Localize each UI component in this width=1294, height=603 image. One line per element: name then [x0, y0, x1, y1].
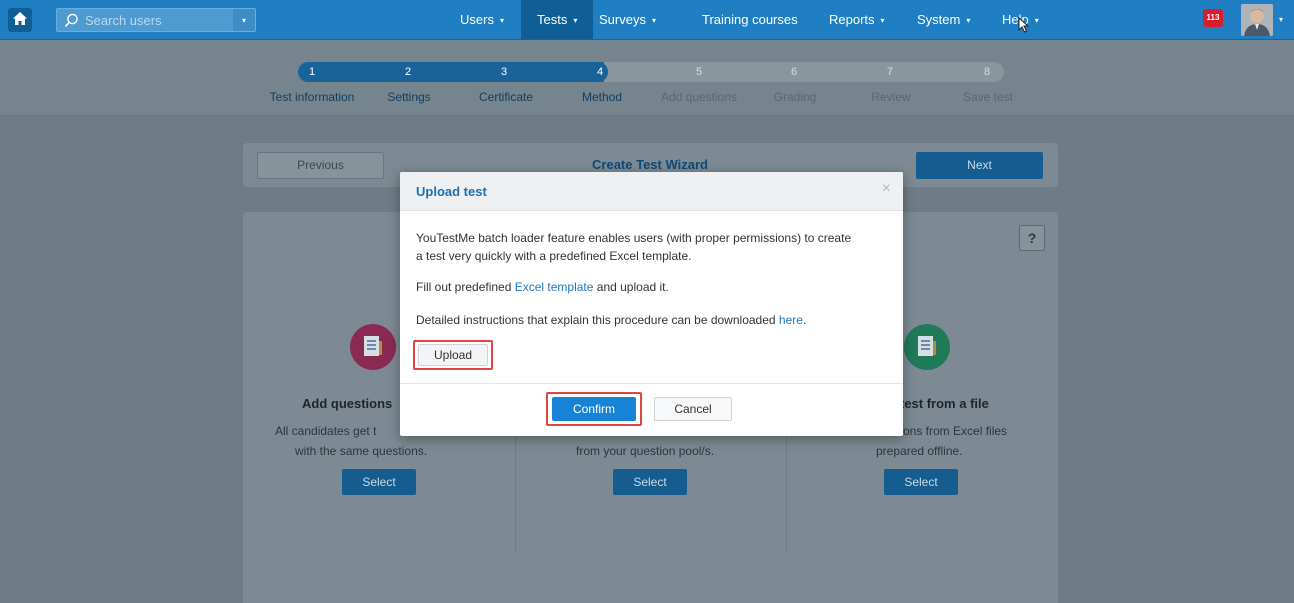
step-3-number[interactable]: 3: [494, 62, 514, 82]
step-8-number: 8: [983, 66, 991, 78]
previous-button[interactable]: Previous: [257, 152, 384, 179]
modal-template-text: Fill out predefined Excel template and u…: [416, 277, 669, 297]
template-text-after: and upload it.: [593, 280, 669, 294]
caret-down-icon: ▾: [241, 15, 246, 25]
close-icon[interactable]: ×: [882, 180, 891, 198]
nav-reports[interactable]: Reports ▾: [829, 0, 885, 39]
cancel-button[interactable]: Cancel: [654, 397, 732, 421]
nav-surveys-label: Surveys: [599, 12, 646, 27]
caret-down-icon: ▾: [880, 16, 885, 25]
step-7-number: 7: [886, 66, 894, 78]
mouse-pointer-icon: [1017, 16, 1031, 36]
step-2-label[interactable]: Settings: [387, 90, 430, 104]
step-1-label[interactable]: Test information: [270, 90, 355, 104]
step-6-number: 6: [790, 66, 798, 78]
nav-surveys[interactable]: Surveys ▾: [599, 0, 656, 39]
modal-instructions-text: Detailed instructions that explain this …: [416, 310, 806, 330]
search-dropdown-button[interactable]: ▾: [233, 9, 255, 31]
caret-down-icon: ▾: [651, 16, 656, 25]
option-add-questions-desc-2: with the same questions.: [295, 444, 428, 458]
modal-description-line-2: a test very quickly with a predefined Ex…: [416, 249, 692, 263]
nav-reports-label: Reports: [829, 12, 875, 27]
option-import-file-desc-2: prepared offline.: [876, 444, 963, 458]
step-4-label[interactable]: Method: [582, 90, 622, 104]
caret-down-icon: ▾: [1034, 16, 1039, 25]
select-add-questions-button[interactable]: Select: [342, 469, 416, 495]
step-7-label: Review: [871, 90, 911, 104]
confirm-button[interactable]: Confirm: [552, 397, 636, 421]
document-icon: [918, 336, 936, 356]
nav-system[interactable]: System ▾: [917, 0, 970, 39]
nav-tests[interactable]: Tests ▾: [521, 0, 594, 39]
nav-training-courses-label: Training courses: [702, 12, 798, 27]
step-4-number[interactable]: 4: [590, 62, 610, 82]
modal-header: Upload test ×: [400, 172, 903, 211]
next-button[interactable]: Next: [916, 152, 1043, 179]
avatar[interactable]: [1241, 4, 1273, 36]
option-add-questions-desc-1: All candidates get t: [275, 424, 377, 438]
wizard-title: Create Test Wizard: [592, 157, 708, 172]
nav-users-label: Users: [460, 12, 494, 27]
option-import-file-desc-1: ons from Excel files: [903, 424, 1008, 438]
select-question-pool-button[interactable]: Select: [613, 469, 687, 495]
nav-users[interactable]: Users ▾: [460, 0, 504, 39]
step-3-label[interactable]: Certificate: [479, 90, 533, 104]
nav-training-courses[interactable]: Training courses: [702, 0, 798, 39]
search-users-input[interactable]: [85, 11, 225, 29]
document-icon: [364, 336, 382, 356]
option-add-questions-title: Add questions: [302, 396, 393, 411]
step-1-number[interactable]: 1: [302, 62, 322, 82]
modal-title: Upload test: [416, 184, 487, 199]
step-6-label: Grading: [773, 90, 817, 104]
search-icon: [64, 13, 79, 31]
option-import-file-title: test from a file: [900, 396, 989, 411]
step-8-label: Save test: [962, 90, 1014, 104]
avatar-caret-down-icon[interactable]: ▾: [1279, 15, 1283, 24]
caret-down-icon: ▾: [966, 16, 971, 25]
home-button[interactable]: [8, 8, 32, 32]
instructions-here-link[interactable]: here: [779, 313, 803, 327]
caret-down-icon: ▾: [573, 16, 578, 25]
user-avatar-icon: [1241, 4, 1273, 36]
help-button[interactable]: ?: [1019, 225, 1045, 251]
nav-tests-label: Tests: [537, 12, 568, 27]
search-users-box: ▾: [56, 8, 256, 32]
excel-template-link[interactable]: Excel template: [515, 280, 594, 294]
import-file-icon: [904, 324, 950, 370]
step-5-label: Add questions: [660, 90, 738, 104]
select-import-file-button[interactable]: Select: [884, 469, 958, 495]
step-5-number: 5: [695, 66, 703, 78]
home-icon: [12, 11, 28, 29]
wizard-progress-fill: [298, 62, 604, 82]
upload-button[interactable]: Upload: [418, 344, 488, 366]
caret-down-icon: ▾: [499, 16, 504, 25]
step-2-number[interactable]: 2: [398, 62, 418, 82]
add-questions-icon: [350, 324, 396, 370]
instructions-text-after: .: [802, 313, 807, 327]
upload-test-modal: Upload test × YouTestMe batch loader fea…: [400, 172, 903, 436]
top-navbar: ▾ Users ▾ Tests ▾ Surveys ▾ Training course…: [0, 0, 1294, 40]
template-text-before: Fill out predefined: [416, 280, 515, 294]
modal-description-line-1: YouTestMe batch loader feature enables u…: [416, 231, 852, 245]
nav-system-label: System: [917, 12, 961, 27]
option-question-pool-desc: from your question pool/s.: [576, 444, 715, 458]
notifications-badge[interactable]: 113: [1203, 9, 1223, 27]
modal-footer-divider: [400, 383, 903, 384]
instructions-text-before: Detailed instructions that explain this …: [416, 313, 779, 327]
